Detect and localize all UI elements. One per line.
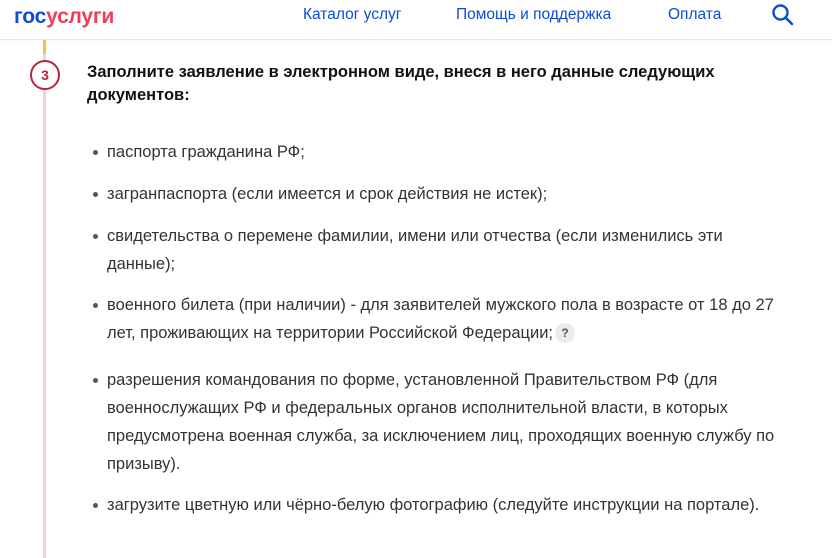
list-item-text: паспорта гражданина РФ;: [107, 143, 305, 161]
help-icon[interactable]: ?: [555, 323, 576, 343]
list-item-text: военного билета (при наличии) - для заяв…: [107, 296, 774, 342]
nav-catalog-link[interactable]: Каталог услуг: [303, 5, 401, 25]
nav-payment-link[interactable]: Оплата: [668, 5, 721, 25]
bullet-icon: [93, 192, 98, 197]
list-item: загранпаспорта (если имеется и срок дейс…: [93, 180, 793, 208]
bullet-icon: [93, 150, 98, 155]
top-header: госуслуги Каталог услуг Помощь и поддерж…: [0, 0, 832, 40]
list-item-text: загранпаспорта (если имеется и срок дейс…: [107, 185, 548, 203]
search-icon[interactable]: [770, 2, 796, 28]
list-item: свидетельства о перемене фамилии, имени …: [93, 222, 793, 278]
step-number-badge: 3: [30, 60, 60, 90]
bullet-icon: [93, 234, 98, 239]
list-item-text: загрузите цветную или чёрно-белую фотогр…: [107, 496, 760, 514]
list-item-text-wrap: военного билета (при наличии) - для заяв…: [93, 291, 793, 347]
list-item: военного билета (при наличии) - для заяв…: [93, 291, 793, 347]
step-title: Заполните заявление в электронном виде, …: [87, 63, 715, 104]
gosuslugi-logo[interactable]: госуслуги: [14, 5, 114, 29]
steps-timeline-line: [43, 40, 46, 558]
list-item: паспорта гражданина РФ;: [93, 138, 793, 166]
list-item: разрешения командования по форме, устано…: [93, 366, 793, 478]
list-item-text: разрешения командования по форме, устано…: [107, 371, 775, 473]
list-item: загрузите цветную или чёрно-белую фотогр…: [93, 491, 793, 519]
logo-part-uslugi: услуги: [46, 5, 115, 28]
bullet-icon: [93, 378, 98, 383]
list-item-text: свидетельства о перемене фамилии, имени …: [107, 227, 723, 273]
logo-part-gos: гос: [14, 5, 47, 28]
bullet-icon: [93, 503, 98, 508]
nav-help-link[interactable]: Помощь и поддержка: [456, 5, 611, 25]
bullet-icon: [93, 303, 98, 308]
